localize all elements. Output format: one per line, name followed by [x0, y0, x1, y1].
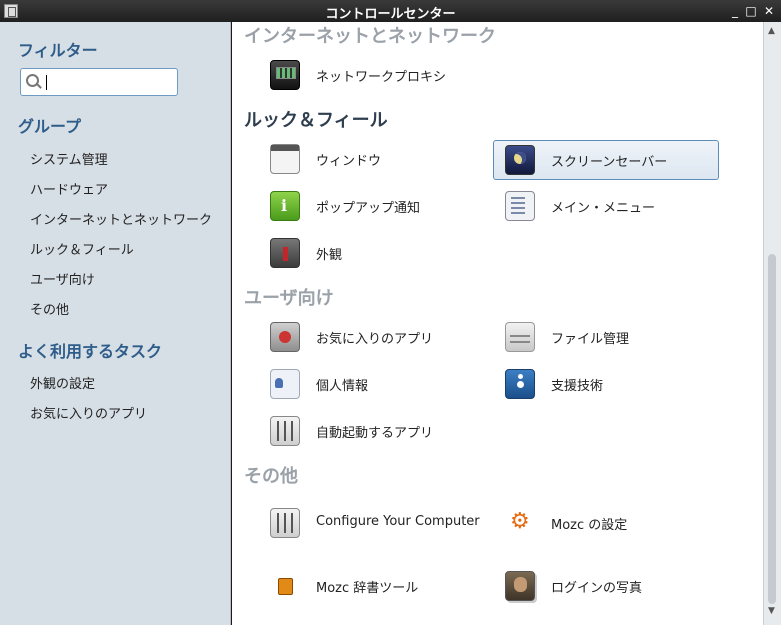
- group-personal[interactable]: ユーザ向け: [30, 269, 95, 288]
- group-hardware[interactable]: ハードウェア: [30, 179, 108, 198]
- item-label: ポップアップ通知: [316, 201, 421, 216]
- task-appearance-settings[interactable]: 外観の設定: [30, 373, 95, 392]
- scroll-down-arrow-icon[interactable]: ▼: [768, 606, 775, 616]
- filter-heading: フィルター: [18, 41, 98, 60]
- main-content: インターネットとネットワーク ネットワークプロキシ ルック＆フィール ウィンドウ…: [232, 22, 763, 625]
- item-appearance[interactable]: 外観: [232, 233, 458, 273]
- item-label: Mozc 辞書ツール: [316, 581, 419, 596]
- item-label: Configure Your Computer: [316, 514, 480, 529]
- groups-heading: グループ: [18, 117, 82, 136]
- item-label: 個人情報: [316, 379, 369, 394]
- item-label: 支援技術: [551, 379, 604, 394]
- close-button[interactable]: ✕: [762, 4, 776, 18]
- item-screensaver[interactable]: スクリーンセーバー: [493, 140, 719, 180]
- item-label: ウィンドウ: [316, 154, 382, 169]
- favorite-apps-icon: [270, 322, 300, 352]
- tasks-heading: よく利用するタスク: [18, 342, 163, 361]
- accessibility-icon: [505, 369, 535, 399]
- mozc-dictionary-icon: [270, 571, 300, 601]
- search-icon: [26, 74, 39, 87]
- login-photo-icon: [505, 571, 535, 601]
- configure-computer-icon: [270, 508, 300, 538]
- item-label: 外観: [316, 248, 343, 263]
- mozc-settings-icon: [505, 508, 535, 538]
- item-file-management[interactable]: ファイル管理: [467, 317, 693, 357]
- item-window[interactable]: ウィンドウ: [232, 139, 458, 179]
- group-other[interactable]: その他: [30, 299, 69, 318]
- vertical-scrollbar[interactable]: ▲ ▼: [763, 22, 781, 625]
- file-management-icon: [505, 322, 535, 352]
- search-input[interactable]: [20, 68, 178, 96]
- category-look-and-feel: ルック＆フィール: [244, 110, 388, 131]
- item-login-photo[interactable]: ログインの写真: [467, 566, 693, 606]
- item-label: メイン・メニュー: [551, 201, 656, 216]
- item-label: スクリーンセーバー: [551, 155, 668, 170]
- appearance-icon: [270, 238, 300, 268]
- item-label: ネットワークプロキシ: [316, 70, 447, 85]
- task-favorite-apps[interactable]: お気に入りのアプリ: [30, 403, 147, 422]
- item-main-menu[interactable]: メイン・メニュー: [467, 186, 693, 226]
- main-menu-icon: [505, 191, 535, 221]
- item-network-proxy[interactable]: ネットワークプロキシ: [232, 55, 458, 95]
- item-label: 自動起動するアプリ: [316, 426, 434, 441]
- category-other: その他: [244, 466, 298, 487]
- item-label: ファイル管理: [551, 332, 630, 347]
- category-personal: ユーザ向け: [244, 288, 334, 309]
- text-caret: [46, 75, 47, 90]
- item-accessibility[interactable]: 支援技術: [467, 364, 693, 404]
- item-startup-apps[interactable]: 自動起動するアプリ: [232, 411, 458, 451]
- group-internet-network[interactable]: インターネットとネットワーク: [30, 209, 212, 228]
- network-proxy-icon: [270, 60, 300, 90]
- scrollbar-thumb[interactable]: [768, 254, 776, 604]
- minimize-button[interactable]: _: [728, 4, 742, 18]
- item-label: ログインの写真: [551, 581, 643, 596]
- personal-info-icon: [270, 369, 300, 399]
- scroll-up-arrow-icon[interactable]: ▲: [768, 26, 775, 36]
- item-label: お気に入りのアプリ: [316, 332, 434, 347]
- screensaver-icon: [505, 145, 535, 175]
- item-configure-computer[interactable]: Configure Your Computer: [232, 503, 480, 543]
- popup-notification-icon: [270, 191, 300, 221]
- category-internet-network: インターネットとネットワーク: [244, 26, 496, 47]
- startup-apps-icon: [270, 416, 300, 446]
- item-popup-notification[interactable]: ポップアップ通知: [232, 186, 458, 226]
- window-icon: [270, 144, 300, 174]
- control-center-window: コントロールセンター _ □ ✕ フィルター グループ システム管理 ハードウェ…: [0, 0, 781, 625]
- item-label: Mozc の設定: [551, 518, 628, 533]
- group-system-admin[interactable]: システム管理: [30, 149, 108, 168]
- title-bar[interactable]: コントロールセンター _ □ ✕: [0, 0, 781, 22]
- item-mozc-dictionary[interactable]: Mozc 辞書ツール: [232, 566, 458, 606]
- window-title: コントロールセンター: [325, 7, 456, 22]
- item-favorite-apps[interactable]: お気に入りのアプリ: [232, 317, 458, 357]
- sidebar: フィルター グループ システム管理 ハードウェア インターネットとネットワーク …: [0, 22, 231, 625]
- maximize-button[interactable]: □: [744, 4, 758, 18]
- group-look-and-feel[interactable]: ルック＆フィール: [30, 239, 134, 258]
- item-personal-info[interactable]: 個人情報: [232, 364, 458, 404]
- item-mozc-settings[interactable]: Mozc の設定: [467, 503, 693, 543]
